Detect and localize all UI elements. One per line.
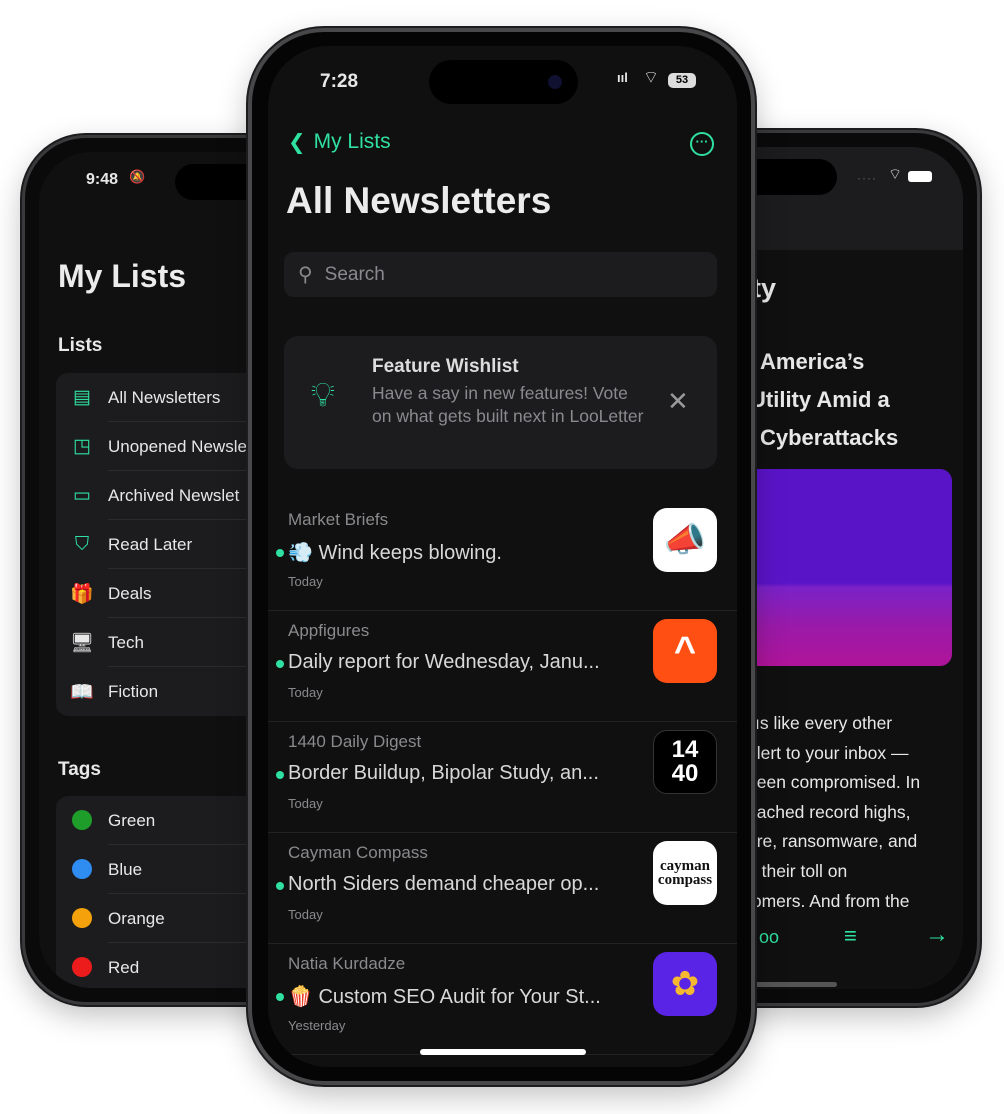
blue-dot-icon bbox=[72, 858, 92, 879]
close-icon[interactable]: ✕ bbox=[667, 386, 689, 417]
archive-icon: ▭ bbox=[73, 485, 91, 506]
red-dot-icon bbox=[72, 956, 92, 977]
wifi-icon: ⌔ bbox=[888, 166, 903, 183]
back-button[interactable]: ❮ My Lists bbox=[288, 130, 391, 155]
desktop-icon: 🖥 bbox=[69, 632, 95, 654]
wifi-icon: ⌔ bbox=[643, 68, 659, 87]
home-indicator bbox=[420, 1049, 586, 1055]
tags-header: Tags bbox=[58, 759, 101, 780]
page-title: All Newsletters bbox=[286, 180, 552, 221]
unread-dot-icon bbox=[276, 549, 284, 557]
unread-badge-icon: ◳ bbox=[73, 436, 91, 457]
newspaper-icon: ▤ bbox=[73, 387, 91, 408]
page-title: My Lists bbox=[58, 258, 187, 294]
feature-wishlist-card[interactable]: 💡︎ Feature Wishlist Have a say in new fe… bbox=[284, 336, 717, 469]
unread-dot-icon bbox=[276, 882, 284, 890]
green-dot-icon bbox=[72, 809, 92, 830]
market-briefs-logo: 📣 bbox=[653, 508, 717, 572]
article-headline: America’s Utility Amid a Cyberattacks bbox=[750, 349, 899, 450]
all-newsletters-screen: 7:28 ııl ⌔ 53 ❮ My Lists ··· All Newslett… bbox=[268, 46, 737, 1067]
unread-dot-icon bbox=[276, 660, 284, 668]
read-later-glasses-icon[interactable]: oo bbox=[759, 927, 779, 948]
more-options-icon[interactable]: ··· bbox=[690, 132, 714, 156]
newsletter-item[interactable]: Appfigures Daily report for Wednesday, J… bbox=[268, 611, 737, 722]
bookmark-icon: ⛉ bbox=[74, 533, 90, 555]
search-input[interactable]: ⚲ Search bbox=[284, 252, 717, 297]
appfigures-logo: ^ bbox=[653, 619, 717, 683]
next-arrow-icon[interactable]: → bbox=[925, 921, 949, 949]
battery-indicator: 53 bbox=[668, 73, 696, 88]
newsletter-item[interactable]: Natia Kurdadze 🍿 Custom SEO Audit for Yo… bbox=[268, 944, 737, 1055]
orange-dot-icon bbox=[72, 907, 92, 928]
lists-header: Lists bbox=[58, 335, 103, 356]
unread-dot-icon bbox=[276, 771, 284, 779]
cayman-compass-logo: cayman compass bbox=[653, 841, 717, 905]
status-time: 7:28 bbox=[320, 71, 359, 92]
status-time: 9:48 bbox=[86, 171, 119, 188]
1440-logo: 14 40 bbox=[653, 730, 717, 794]
chevron-left-icon: ❮ bbox=[288, 131, 306, 154]
article-body: ıs like every other alert to your inbox … bbox=[747, 713, 921, 911]
wishlist-title: Feature Wishlist bbox=[372, 356, 519, 377]
wishlist-body: Have a say in new features! Vote on what… bbox=[372, 383, 644, 426]
newsletter-item[interactable]: 1440 Daily Digest Border Buildup, Bipola… bbox=[268, 722, 737, 833]
newsletter-list: Market Briefs 💨 Wind keeps blowing. Toda… bbox=[268, 500, 737, 1067]
center-phone: 7:28 ııl ⌔ 53 ❮ My Lists ··· All Newslett… bbox=[248, 28, 755, 1085]
gift-icon: 🎁 bbox=[70, 583, 94, 605]
book-icon: 📖 bbox=[70, 681, 94, 703]
lightbulb-icon: 💡︎ bbox=[311, 376, 335, 414]
menu-icon[interactable]: ≡ bbox=[844, 923, 857, 949]
battery-icon bbox=[908, 171, 932, 182]
newsletter-item[interactable]: Cayman Compass North Siders demand cheap… bbox=[268, 833, 737, 944]
search-icon: ⚲ bbox=[298, 264, 313, 286]
cellular-signal-icon: ııl bbox=[617, 70, 628, 85]
silent-bell-icon: 🔕 bbox=[129, 169, 146, 184]
unread-dot-icon bbox=[276, 993, 284, 1001]
article-category: ty bbox=[752, 273, 777, 303]
signal-icon: ···· bbox=[857, 171, 877, 185]
seo-audit-logo: ✿ bbox=[653, 952, 717, 1016]
newsletter-item[interactable]: Market Briefs 💨 Wind keeps blowing. Toda… bbox=[268, 500, 737, 611]
